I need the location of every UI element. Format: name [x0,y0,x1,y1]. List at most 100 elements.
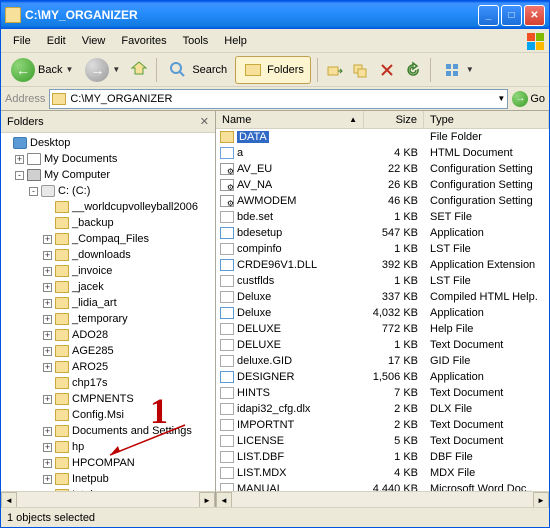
tree-node[interactable]: +_Compaq_Files [1,231,215,247]
scroll-left-button[interactable]: ◄ [216,492,232,507]
menu-edit[interactable]: Edit [39,32,74,50]
file-row[interactable]: a4 KBHTML Document [216,145,549,161]
menu-file[interactable]: File [5,32,39,50]
folders-button[interactable]: Folders [235,56,311,84]
scroll-track[interactable] [232,492,533,507]
scroll-left-button[interactable]: ◄ [1,492,17,507]
menu-view[interactable]: View [74,32,114,50]
file-row[interactable]: bdesetup547 KBApplication [216,225,549,241]
file-row[interactable]: AWMODEM46 KBConfiguration Setting [216,193,549,209]
menu-tools[interactable]: Tools [175,32,217,50]
delete-button[interactable] [376,59,398,81]
files-scrollbar-h[interactable]: ◄ ► [216,491,549,507]
tree-node[interactable]: +_lidia_art [1,295,215,311]
tree-node[interactable]: __worldcupvolleyball2006 [1,199,215,215]
file-row[interactable]: Deluxe4,032 KBApplication [216,305,549,321]
file-row[interactable]: DELUXE1 KBText Document [216,337,549,353]
tree-toggle[interactable]: + [43,427,52,436]
file-row[interactable]: compinfo1 KBLST File [216,241,549,257]
back-dropdown-icon[interactable]: ▼ [65,65,73,74]
file-row[interactable]: deluxe.GID17 KBGID File [216,353,549,369]
tree-toggle[interactable]: + [43,299,52,308]
tree-node[interactable]: -C: (C:) [1,183,215,199]
tree-node[interactable]: _backup [1,215,215,231]
file-row[interactable]: CRDE96V1.DLL392 KBApplication Extension [216,257,549,273]
up-button[interactable] [128,59,150,81]
tree-toggle[interactable]: + [43,283,52,292]
close-pane-button[interactable]: ✕ [200,115,209,128]
search-button[interactable]: Search [163,57,231,83]
file-row[interactable]: AV_NA26 KBConfiguration Setting [216,177,549,193]
file-row[interactable]: LIST.DBF1 KBDBF File [216,449,549,465]
tree-node[interactable]: +hp [1,439,215,455]
undo-button[interactable] [402,59,424,81]
file-row[interactable]: DESIGNER1,506 KBApplication [216,369,549,385]
tree-node[interactable]: +ADO28 [1,327,215,343]
tree-toggle[interactable]: + [43,459,52,468]
file-row[interactable]: AV_EU22 KBConfiguration Setting [216,161,549,177]
tree-node[interactable]: +ARO25 [1,359,215,375]
tree-toggle[interactable]: + [15,155,24,164]
tree-toggle[interactable]: + [43,315,52,324]
file-row[interactable]: IMPORTNT2 KBText Document [216,417,549,433]
scroll-right-button[interactable]: ► [533,492,549,507]
file-row[interactable]: HINTS7 KBText Document [216,385,549,401]
close-button[interactable]: ✕ [524,5,545,26]
titlebar[interactable]: C:\MY_ORGANIZER _ □ ✕ [1,1,549,29]
file-row[interactable]: DELUXE772 KBHelp File [216,321,549,337]
tree-toggle[interactable]: - [29,187,38,196]
scroll-track[interactable] [17,492,199,507]
tree-node[interactable]: +CMPNENTS [1,391,215,407]
tree-toggle[interactable]: + [43,235,52,244]
tree-node[interactable]: +My Documents [1,151,215,167]
tree-node[interactable]: chp17s [1,375,215,391]
file-row[interactable]: DATAFile Folder [216,129,549,145]
column-type[interactable]: Type [424,111,549,128]
column-name[interactable]: Name▲ [216,111,364,128]
file-row[interactable]: bde.set1 KBSET File [216,209,549,225]
tree-toggle[interactable]: + [43,331,52,340]
minimize-button[interactable]: _ [478,5,499,26]
tree-node[interactable]: +_downloads [1,247,215,263]
tree-scrollbar-h[interactable]: ◄ ► [1,491,215,507]
tree-toggle[interactable]: + [43,395,52,404]
file-row[interactable]: Deluxe337 KBCompiled HTML Help. [216,289,549,305]
tree-toggle[interactable]: + [43,267,52,276]
views-button[interactable]: ▼ [437,57,478,83]
file-row[interactable]: MANUAL4,440 KBMicrosoft Word Doc.. [216,481,549,491]
tree-toggle[interactable]: - [15,171,24,180]
menu-help[interactable]: Help [216,32,255,50]
tree-node[interactable]: +Inetpub [1,471,215,487]
views-dropdown-icon[interactable]: ▼ [466,65,474,74]
address-field[interactable]: C:\MY_ORGANIZER ▼ [49,89,508,109]
tree-node[interactable]: +AGE285 [1,343,215,359]
address-dropdown-icon[interactable]: ▼ [497,94,505,103]
menu-favorites[interactable]: Favorites [113,32,174,50]
back-button[interactable]: ← Back ▼ [7,56,77,84]
tree-node[interactable]: +HPCOMPAN [1,455,215,471]
tree-node[interactable]: Config.Msi [1,407,215,423]
copy-to-button[interactable] [350,59,372,81]
tree-node[interactable]: +_temporary [1,311,215,327]
tree-toggle[interactable]: + [43,475,52,484]
file-row[interactable]: idapi32_cfg.dlx2 KBDLX File [216,401,549,417]
tree-node[interactable]: -My Computer [1,167,215,183]
folder-tree[interactable]: Desktop+My Documents-My Computer-C: (C:)… [1,133,215,491]
tree-toggle[interactable]: + [43,363,52,372]
tree-toggle[interactable]: + [43,347,52,356]
move-to-button[interactable] [324,59,346,81]
file-row[interactable]: LIST.MDX4 KBMDX File [216,465,549,481]
scroll-right-button[interactable]: ► [199,492,215,507]
tree-node[interactable]: +Documents and Settings [1,423,215,439]
maximize-button[interactable]: □ [501,5,522,26]
file-row[interactable]: custflds1 KBLST File [216,273,549,289]
go-button[interactable]: → Go [512,91,545,107]
column-size[interactable]: Size [364,111,424,128]
tree-node[interactable]: +_jacek [1,279,215,295]
file-list[interactable]: DATAFile Foldera4 KBHTML DocumentAV_EU22… [216,129,549,491]
tree-node[interactable]: +_invoice [1,263,215,279]
tree-node[interactable]: Desktop [1,135,215,151]
file-row[interactable]: LICENSE5 KBText Document [216,433,549,449]
tree-toggle[interactable]: + [43,251,52,260]
tree-toggle[interactable]: + [43,443,52,452]
